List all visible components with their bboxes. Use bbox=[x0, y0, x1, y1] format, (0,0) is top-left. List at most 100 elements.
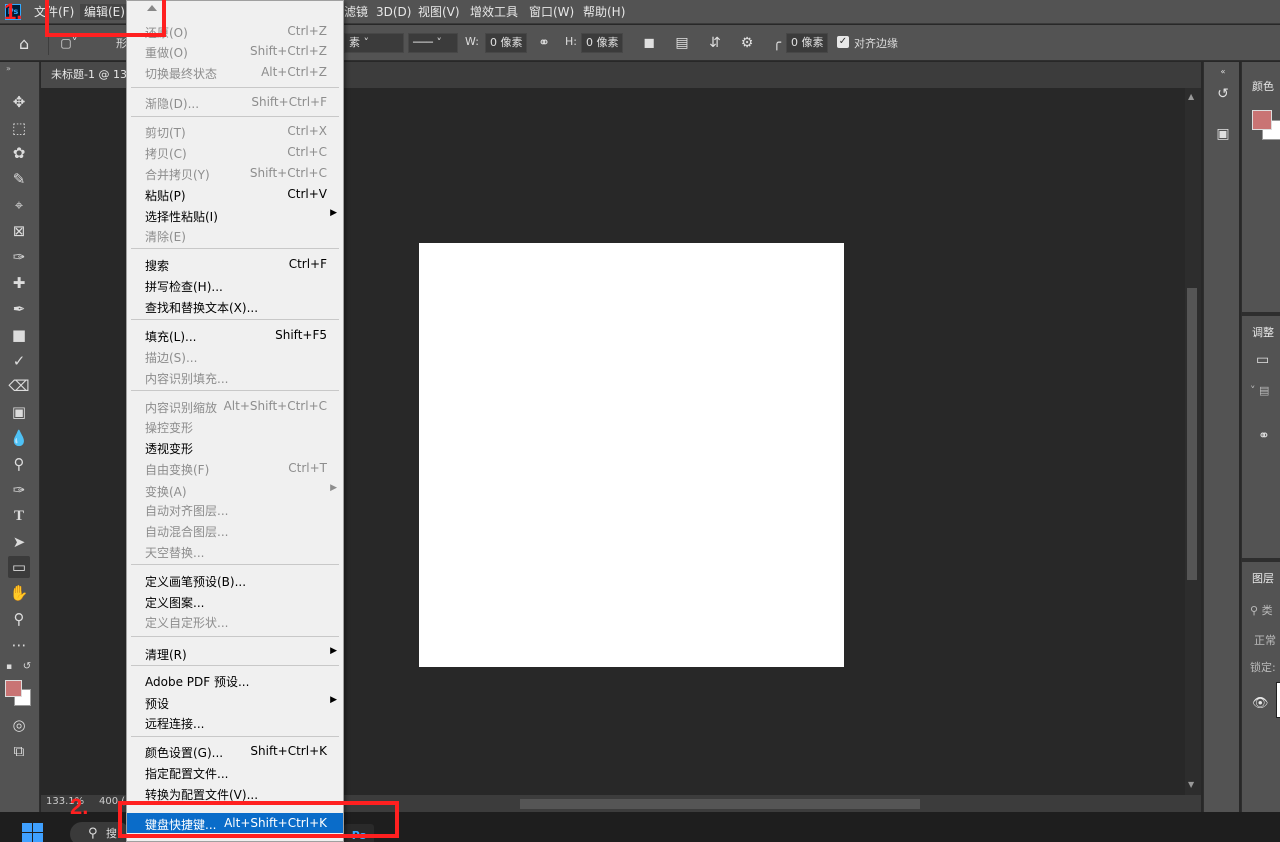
move-tool-icon[interactable]: ✥ bbox=[8, 91, 30, 113]
edit-menu-item[interactable]: 粘贴(P) Ctrl+V bbox=[127, 184, 343, 204]
path-select-tool-icon[interactable]: ➤ bbox=[8, 531, 30, 553]
screen-mode-icon[interactable]: ⧉ bbox=[8, 740, 30, 762]
edit-menu-item[interactable]: 拼写检查(H)... bbox=[127, 275, 343, 295]
more-tools-icon[interactable]: ⋯ bbox=[8, 634, 30, 656]
edit-menu-item[interactable]: 远程连接... bbox=[127, 712, 343, 732]
edit-menu-item[interactable]: 透视变形 bbox=[127, 437, 343, 457]
layers-panel-title[interactable]: 图层 bbox=[1252, 570, 1274, 586]
chevron-down-icon[interactable]: ˅ ▤ bbox=[1250, 384, 1269, 397]
edit-menu-item[interactable]: 搜索 Ctrl+F bbox=[127, 254, 343, 274]
menu-filter[interactable]: 滤镜 bbox=[344, 4, 368, 20]
eyedropper-tool-icon[interactable]: ✑ bbox=[8, 246, 30, 268]
scroll-up-icon[interactable]: ▲ bbox=[1188, 92, 1194, 101]
edit-menu-item[interactable]: 查找和替换文本(X)... bbox=[127, 296, 343, 316]
document-tab[interactable]: 未标题-1 @ 13 bbox=[41, 62, 131, 88]
gear-icon[interactable]: ⚙ bbox=[738, 34, 756, 52]
adjustments-panel-title[interactable]: 调整 bbox=[1252, 324, 1274, 340]
edit-menu-item: 内容识别缩放 Alt+Shift+Ctrl+C bbox=[127, 396, 343, 416]
menu-item-label: 选择性粘贴(I) bbox=[145, 210, 218, 224]
path-alignment-icon[interactable]: ▤ bbox=[673, 34, 691, 52]
align-edges-checkbox[interactable]: ✓ bbox=[837, 36, 849, 48]
edit-menu-item[interactable]: 颜色设置(G)... Shift+Ctrl+K bbox=[127, 741, 343, 761]
scroll-thumb[interactable] bbox=[1187, 288, 1197, 580]
scroll-down-icon[interactable]: ▼ bbox=[1188, 780, 1194, 789]
path-arrangement-icon[interactable]: ⇵ bbox=[706, 34, 724, 52]
stamp-tool-icon[interactable]: ■ bbox=[8, 324, 30, 346]
menu-window[interactable]: 窗口(W) bbox=[529, 4, 574, 20]
submenu-arrow-icon: ▶ bbox=[330, 483, 337, 493]
edit-menu-item[interactable]: 定义图案... bbox=[127, 591, 343, 611]
width-input[interactable]: 0 像素 bbox=[485, 33, 527, 53]
home-icon[interactable]: ⌂ bbox=[19, 34, 29, 53]
corner-radius-input[interactable]: 0 像素 bbox=[786, 33, 828, 53]
hand-tool-icon[interactable]: ✋ bbox=[8, 582, 30, 604]
brush-tool-icon[interactable]: ✒ bbox=[8, 298, 30, 320]
crop-tool-icon[interactable]: ⌖ bbox=[8, 194, 30, 216]
collapse-icon[interactable]: « bbox=[1213, 62, 1233, 82]
foreground-color-swatch[interactable] bbox=[5, 680, 22, 697]
zoom-tool-icon[interactable]: ⚲ bbox=[8, 608, 30, 630]
edit-menu-item[interactable]: 清理(R) ▶ bbox=[127, 643, 343, 663]
lasso-tool-icon[interactable]: ✿ bbox=[8, 142, 30, 164]
history-brush-tool-icon[interactable]: ✓ bbox=[8, 350, 30, 372]
annotation-box-keyboard-shortcuts bbox=[118, 801, 399, 838]
layer-thumbnail[interactable] bbox=[1276, 682, 1280, 718]
type-tool-icon[interactable]: T bbox=[8, 505, 30, 527]
horizontal-scrollbar[interactable] bbox=[480, 797, 1180, 811]
blur-tool-icon[interactable]: 💧 bbox=[8, 427, 30, 449]
stroke-width-field[interactable]: 素 ˅ bbox=[344, 33, 404, 53]
menu-item-label: 指定配置文件... bbox=[145, 767, 229, 781]
document-icon[interactable]: ▭ bbox=[1256, 352, 1269, 368]
menu-3d[interactable]: 3D(D) bbox=[376, 4, 411, 20]
frame-tool-icon[interactable]: ⊠ bbox=[8, 220, 30, 242]
pen-tool-icon[interactable]: ✑ bbox=[8, 479, 30, 501]
swap-colors-icon[interactable]: ↺ bbox=[20, 656, 34, 678]
edit-menu-item: 内容识别填充... bbox=[127, 367, 343, 387]
gradient-tool-icon[interactable]: ▣ bbox=[8, 401, 30, 423]
path-operations-icon[interactable]: ◼ bbox=[640, 34, 658, 52]
menu-help[interactable]: 帮助(H) bbox=[583, 4, 625, 20]
eye-icon[interactable]: 👁 bbox=[1252, 696, 1269, 711]
quick-mask-icon[interactable]: ◎ bbox=[8, 714, 30, 736]
layers-search-filter[interactable]: ⚲ 类 bbox=[1250, 602, 1273, 618]
height-label: H: bbox=[565, 35, 577, 48]
marquee-tool-icon[interactable]: ⬚ bbox=[8, 117, 30, 139]
panel-divider bbox=[1242, 312, 1280, 316]
edit-menu-item[interactable]: 指定配置文件... bbox=[127, 762, 343, 782]
default-colors-icon[interactable]: ▪ bbox=[2, 656, 16, 678]
comments-panel-icon[interactable]: ▣ bbox=[1213, 124, 1233, 144]
stroke-type-dropdown[interactable]: ─── ˅ bbox=[408, 33, 458, 53]
link-dimensions-icon[interactable]: ⚭ bbox=[535, 34, 553, 52]
canvas[interactable] bbox=[419, 243, 844, 667]
rectangle-tool-icon[interactable]: ▭ bbox=[8, 556, 30, 578]
collapse-icon[interactable]: » bbox=[6, 64, 11, 73]
menu-view[interactable]: 视图(V) bbox=[418, 4, 460, 20]
edit-menu-item[interactable]: 填充(L)... Shift+F5 bbox=[127, 325, 343, 345]
edit-menu-item[interactable]: Adobe PDF 预设... bbox=[127, 670, 343, 690]
edit-menu-item[interactable]: 转换为配置文件(V)... bbox=[127, 783, 343, 803]
menu-plugins[interactable]: 增效工具 bbox=[470, 4, 518, 20]
edit-menu-item: 自由变换(F) Ctrl+T bbox=[127, 458, 343, 478]
menu-separator bbox=[131, 116, 339, 117]
edit-menu-item[interactable]: 预设 ▶ bbox=[127, 692, 343, 712]
scroll-thumb-horizontal[interactable] bbox=[520, 799, 920, 809]
menu-item-shortcut: Ctrl+T bbox=[288, 461, 327, 475]
history-panel-icon[interactable]: ↺ bbox=[1213, 84, 1233, 104]
vertical-scrollbar[interactable]: ▲ ▼ bbox=[1185, 88, 1201, 795]
edit-menu-item[interactable]: 定义画笔预设(B)... bbox=[127, 570, 343, 590]
edit-menu-item[interactable]: 选择性粘贴(I) ▶ bbox=[127, 205, 343, 225]
taskbar-search-label: 搜 bbox=[106, 827, 117, 840]
edit-menu-item: 自动对齐图层... bbox=[127, 499, 343, 519]
eraser-tool-icon[interactable]: ⌫ bbox=[8, 375, 30, 397]
panel-foreground-swatch[interactable] bbox=[1252, 110, 1272, 130]
menu-item-label: 内容识别缩放 bbox=[145, 401, 218, 415]
height-input[interactable]: 0 像素 bbox=[581, 33, 623, 53]
menu-item-shortcut: Ctrl+X bbox=[287, 124, 327, 138]
link-icon[interactable]: ⚭ bbox=[1258, 428, 1270, 444]
quick-select-tool-icon[interactable]: ✎ bbox=[8, 168, 30, 190]
color-panel-title[interactable]: 颜色 bbox=[1252, 78, 1274, 94]
windows-start-icon[interactable] bbox=[22, 823, 44, 842]
dodge-tool-icon[interactable]: ⚲ bbox=[8, 453, 30, 475]
blend-mode-dropdown[interactable]: 正常 bbox=[1254, 632, 1276, 648]
healing-brush-tool-icon[interactable]: ✚ bbox=[8, 272, 30, 294]
